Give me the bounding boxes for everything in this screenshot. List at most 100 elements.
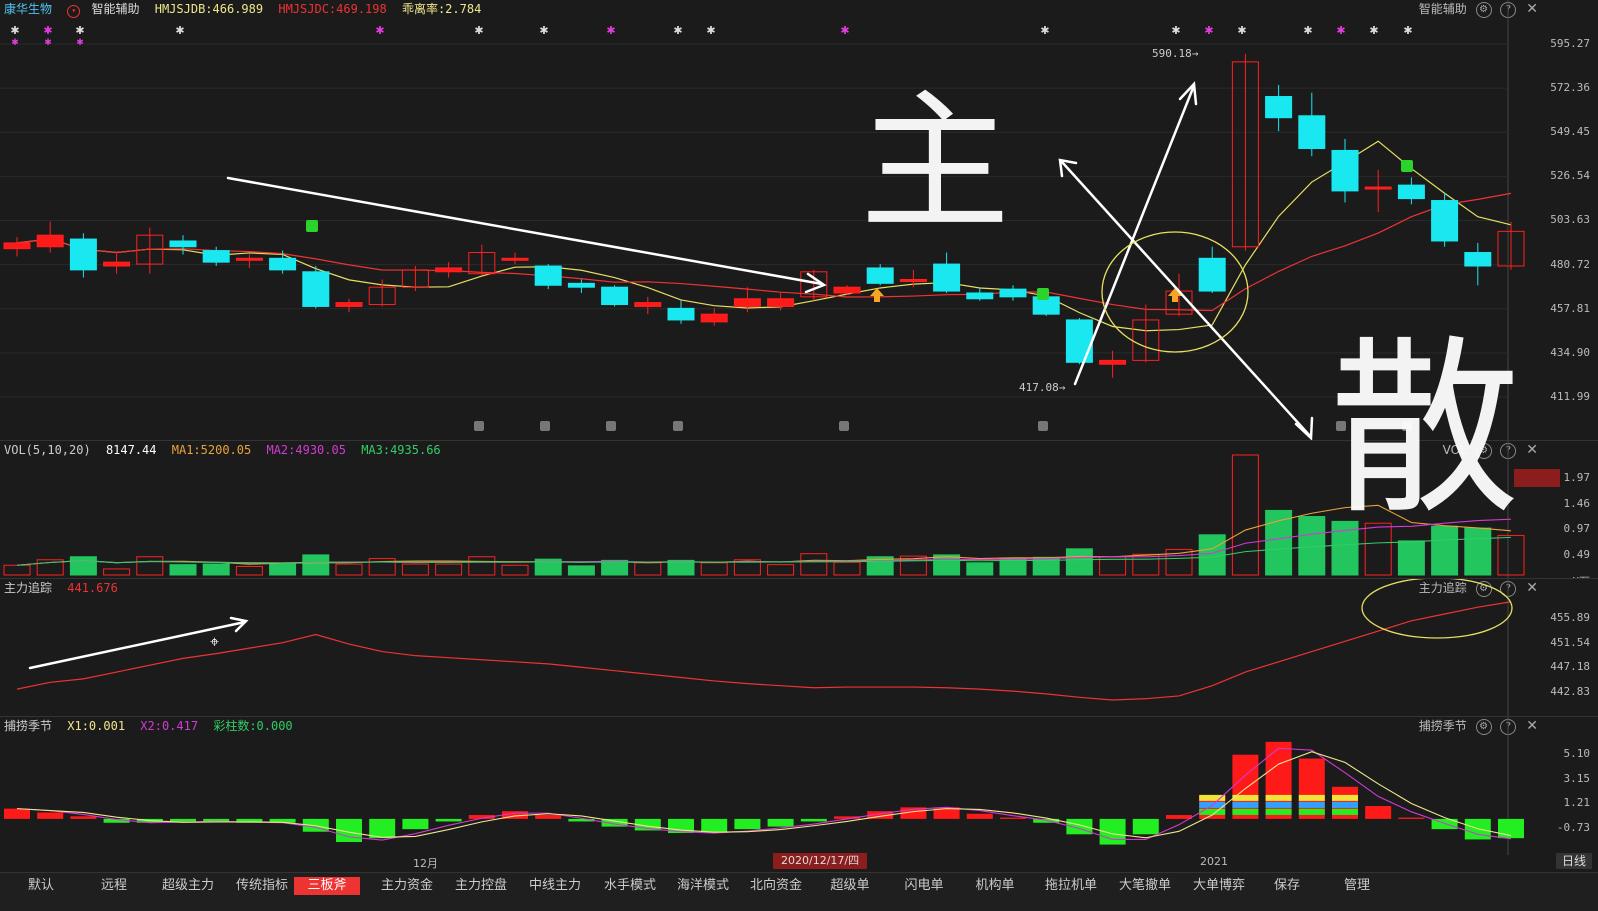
axis-highlight [1514, 469, 1560, 487]
price-chart: 590.18→417.08→✱✱✱✱✱✱✱ ✱ ✱ ✱ ✱ ✱ ✱ ✱ ✱ ✱ ✱ ✱ ✱ ✱ ✱ ✱ [0, 0, 1525, 440]
tab-15[interactable]: 大笔撤单 [1112, 877, 1178, 895]
volume-bar [69, 556, 97, 576]
candle-body [601, 286, 629, 306]
tab-12[interactable]: 闪电单 [897, 877, 951, 895]
volume-bar [235, 565, 263, 576]
signal-star: ✱ [539, 24, 548, 37]
volume-bar [1397, 540, 1425, 576]
candle-body [1265, 96, 1293, 119]
tab-6[interactable]: 主力控盘 [448, 877, 514, 895]
volume-bar [1198, 534, 1226, 576]
candle-body [1364, 186, 1392, 190]
season-bar [369, 818, 396, 839]
x-axis: 12月 2020/12/17/四 2021 日线 [0, 853, 1598, 871]
tab-14[interactable]: 拖拉机单 [1038, 877, 1104, 895]
buy-signal-icon [870, 288, 884, 302]
volume-bar [767, 564, 795, 576]
candle-body [999, 288, 1027, 298]
candle-body [269, 257, 297, 271]
tab-4[interactable]: 三板斧 [294, 877, 360, 895]
tab-9[interactable]: 海洋模式 [670, 877, 736, 895]
season-color-bar [1265, 801, 1292, 808]
candle-body [36, 234, 64, 248]
season-chart [4, 717, 1524, 855]
season-color-bar [1298, 808, 1325, 815]
crosshair-cursor-icon: ⌖ [210, 632, 219, 651]
tab-13[interactable]: 机构单 [968, 877, 1022, 895]
event-marker-icon [839, 421, 849, 431]
candle-body [1298, 115, 1326, 150]
tab-17[interactable]: 保存 [1267, 877, 1307, 895]
candle-body [1198, 257, 1226, 292]
volume-bar [634, 562, 662, 576]
signal-star: ✱ [606, 24, 615, 37]
volume-bar [800, 553, 828, 576]
tab-8[interactable]: 水手模式 [597, 877, 663, 895]
signal-star: ✱ [375, 24, 384, 37]
tab-11[interactable]: 超级单 [823, 877, 877, 895]
candle-body [733, 298, 761, 307]
sell-signal-icon [1037, 288, 1049, 300]
tab-10[interactable]: 北向资金 [743, 877, 809, 895]
annotation-circle [1361, 579, 1513, 639]
tab-3[interactable]: 传统指标 [229, 877, 295, 895]
signal-star: ✱ [10, 24, 19, 37]
season-color-bar [1265, 808, 1292, 815]
candle-body [169, 240, 197, 248]
track-line [16, 601, 1512, 701]
track-panel[interactable]: 主力追踪 441.676 主力追踪 ⚙ ? ✕ 455.89451.54447.… [0, 578, 1598, 717]
price-panel[interactable]: 康华生物 ▾ 智能辅助 HMJSJDB:466.989 HMJSJDC:469.… [0, 0, 1598, 440]
indicator-tabs: 默认 远程 超级主力 传统指标 三板斧 主力资金 主力控盘 中线主力 水手模式 海洋模式 北向资金超… [0, 872, 1598, 911]
tab-2[interactable]: 超级主力 [155, 877, 221, 895]
season-bar [1000, 817, 1026, 819]
season-color-bar [1332, 801, 1358, 808]
signal-star: ✱ [1204, 24, 1213, 37]
sell-signal-icon [306, 220, 318, 232]
tab-7[interactable]: 中线主力 [522, 877, 588, 895]
season-bar [1398, 817, 1425, 819]
volume-panel[interactable]: VOL(5,10,20) 8147.44 MA1:5200.05 MA2:493… [0, 440, 1598, 579]
signal-star: ✱ [11, 38, 19, 48]
volume-bar [169, 564, 197, 576]
tab-1[interactable]: 远程 [94, 877, 134, 895]
season-bar [1132, 818, 1159, 835]
signal-star: ✱ [75, 24, 84, 37]
signal-star: ✱ [673, 24, 682, 37]
season-color-bar [1332, 794, 1358, 801]
candle-body [634, 302, 662, 307]
season-bar [70, 816, 97, 819]
signal-star: ✱ [1171, 24, 1180, 37]
season-color-bar [1232, 801, 1259, 808]
season-color-bar [1298, 801, 1325, 808]
app-window: 康华生物 ▾ 智能辅助 HMJSJDB:466.989 HMJSJDC:469.… [0, 0, 1598, 911]
tab-18[interactable]: 管理 [1336, 877, 1378, 895]
low-price-label: 417.08→ [1019, 381, 1066, 394]
season-bar [4, 808, 30, 819]
volume-bar [567, 565, 595, 576]
season-bar [1365, 806, 1392, 819]
high-price-label: 590.18→ [1152, 47, 1199, 60]
period-selector[interactable]: 日线 [1555, 853, 1592, 869]
tab-0[interactable]: 默认 [20, 877, 62, 895]
signal-star: ✱ [1336, 24, 1345, 37]
signal-star: ✱ [76, 38, 84, 48]
season-panel[interactable]: 捕捞季节 X1:0.001 X2:0.417 彩柱数:0.000 捕捞季节 ⚙ … [0, 716, 1598, 855]
season-bar [535, 815, 562, 819]
volume-bar [103, 568, 131, 576]
volume-bar [667, 559, 695, 576]
tab-16[interactable]: 大单博弈 [1186, 877, 1252, 895]
candle-body [567, 282, 595, 288]
volume-bar [401, 563, 429, 576]
candle-body [335, 302, 363, 307]
season-color-bar [1199, 808, 1226, 815]
candle-body [3, 242, 31, 250]
signal-star: ✱ [43, 24, 52, 37]
tab-5[interactable]: 主力资金 [374, 877, 440, 895]
signal-star: ✱ [1237, 24, 1246, 37]
event-marker-icon [1336, 421, 1346, 431]
season-color-bar [1332, 808, 1358, 815]
volume-bar [3, 564, 31, 576]
volume-bar [468, 556, 496, 576]
season-bar [734, 818, 761, 830]
volume-bar [1497, 534, 1525, 576]
